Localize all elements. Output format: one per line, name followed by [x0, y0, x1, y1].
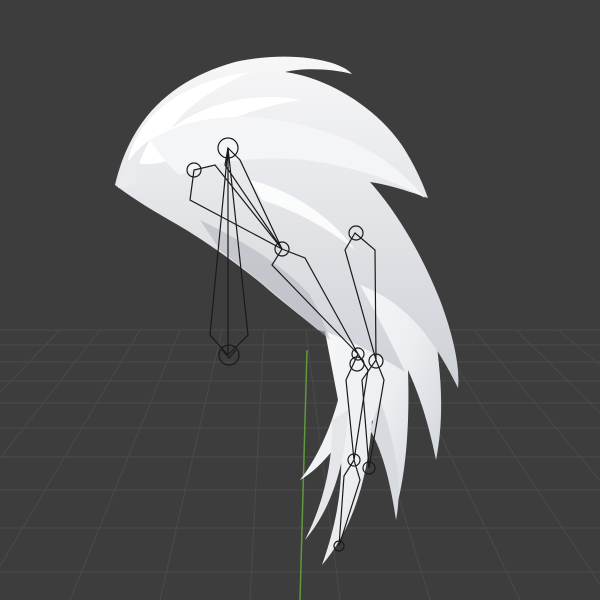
viewport-canvas[interactable] — [0, 0, 600, 600]
hair-mesh[interactable] — [115, 56, 459, 565]
3d-viewport[interactable] — [0, 0, 600, 600]
floor-grid — [0, 329, 600, 600]
